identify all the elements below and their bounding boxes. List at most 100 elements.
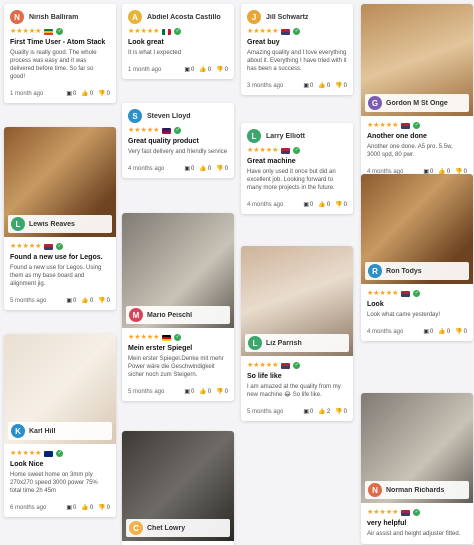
thumbs-up-icon: 👍 xyxy=(318,409,326,416)
review-photo[interactable]: K Karl Hill xyxy=(4,334,116,444)
review-text: Quality is really good. The whole proces… xyxy=(10,50,97,81)
review-footer: 6 months ago ▣ 0 👍 0 👎 0 xyxy=(10,504,110,512)
image-count[interactable]: ▣ 0 xyxy=(66,90,76,98)
review-card[interactable]: M Mario Peischl ★★★★★ ✓ Mein erster Spiegel M… xyxy=(122,213,234,402)
image-count[interactable]: ▣ 0 xyxy=(423,328,433,336)
review-body: S Steven Lloyd ★★★★★ ✓ Great quality product… xyxy=(122,103,234,178)
image-count[interactable]: ▣ 0 xyxy=(66,297,76,305)
not-helpful-button[interactable]: 👎 0 xyxy=(335,82,347,90)
helpful-button[interactable]: 👍 0 xyxy=(81,297,93,305)
image-count[interactable]: ▣ 0 xyxy=(303,201,314,209)
review-card[interactable]: L Liz Parrish ★★★★★ ✓ So life like I am amaze… xyxy=(241,246,353,422)
image-count[interactable]: ▣ 0 xyxy=(184,165,195,173)
helpful-button[interactable]: 👍 0 xyxy=(199,388,211,396)
review-card[interactable]: L Larry Elliott ★★★★★ ✓ Great machine Have on… xyxy=(241,123,353,215)
verified-check-icon: ✓ xyxy=(413,290,421,297)
thumbs-down-icon: 👎 xyxy=(216,166,224,173)
helpful-button[interactable]: 👍 0 xyxy=(199,165,211,173)
image-icon: ▣ xyxy=(303,83,309,90)
helpful-button[interactable]: 👍 0 xyxy=(318,201,330,209)
verified-check-icon: ✓ xyxy=(56,243,64,250)
review-card[interactable]: N Norman Richards ★★★★★ ✓ very helpful Air as… xyxy=(361,393,473,545)
image-count[interactable]: ▣ 0 xyxy=(184,388,194,396)
review-card[interactable]: J Jill Schwartz ★★★★★ ✓ Great buy Amazing qua… xyxy=(241,4,353,96)
not-helpful-button[interactable]: 👎 0 xyxy=(216,66,228,74)
avatar: L xyxy=(248,336,262,350)
not-helpful-count: 0 xyxy=(106,504,110,511)
star-rating-icon: ★★★★★ xyxy=(128,28,160,35)
image-icon: ▣ xyxy=(303,202,309,209)
review-title: Found a new use for Legos. xyxy=(10,254,103,261)
review-photo[interactable]: L Lewis Reaves xyxy=(4,127,116,237)
review-card[interactable]: A Abdiel Acosta Castillo ★★★★★ ✓ Look great I… xyxy=(122,4,234,80)
rating-row: ★★★★★ ✓ xyxy=(10,450,110,457)
not-helpful-button[interactable]: 👎 0 xyxy=(335,408,347,416)
review-text: Look what came yesterday! xyxy=(367,312,441,318)
not-helpful-button[interactable]: 👎 0 xyxy=(216,388,228,396)
avatar: G xyxy=(368,96,382,110)
reviewer-name: Abdiel Acosta Castillo xyxy=(147,13,221,21)
helpful-button[interactable]: 👍 2 xyxy=(318,408,330,416)
country-flag-icon xyxy=(401,509,411,516)
helpful-button[interactable]: 👍 0 xyxy=(199,66,211,74)
review-title: Look xyxy=(367,301,384,308)
review-photo[interactable]: G Gordon M St Onge xyxy=(361,4,473,116)
helpful-button[interactable]: 👍 0 xyxy=(81,90,93,98)
thumbs-down-icon: 👎 xyxy=(216,389,224,396)
review-card[interactable]: N Nirish Balliram ★★★★★ ✓ First Time User - … xyxy=(4,4,116,104)
review-body: ★★★★★ ✓ So life like I am amazed at the qua… xyxy=(241,356,353,421)
image-count[interactable]: ▣ 0 xyxy=(184,66,194,74)
not-helpful-button[interactable]: 👎 0 xyxy=(98,504,110,512)
review-text: Amazing quality and I love everything ab… xyxy=(247,50,347,73)
helpful-button[interactable]: 👍 0 xyxy=(81,504,93,512)
review-actions: ▣ 0 👍 2 👎 0 xyxy=(303,408,347,416)
review-footer: 1 month ago ▣ 0 👍 0 👎 0 xyxy=(128,66,228,74)
country-flag-icon xyxy=(162,127,172,134)
helpful-button[interactable]: 👍 0 xyxy=(438,328,450,336)
review-photo[interactable]: L Liz Parrish xyxy=(241,246,353,356)
image-count[interactable]: ▣ 0 xyxy=(303,82,313,90)
not-helpful-button[interactable]: 👎 0 xyxy=(335,201,347,209)
avatar: J xyxy=(247,10,261,24)
review-photo[interactable]: N Norman Richards xyxy=(361,393,473,503)
reviewer-header: L Larry Elliott xyxy=(247,129,347,143)
review-text: I am amazed at the quality from my new m… xyxy=(247,384,341,399)
verified-check-icon: ✓ xyxy=(174,28,182,35)
review-title: Great machine xyxy=(247,158,296,165)
image-count-value: 0 xyxy=(310,201,314,208)
verified-check-icon: ✓ xyxy=(293,147,301,154)
reviewer-badge: M Mario Peischl xyxy=(126,306,230,324)
review-photo[interactable]: R Ron Todys xyxy=(361,174,473,284)
review-time: 4 months ago xyxy=(367,328,404,335)
image-count[interactable]: ▣ 0 xyxy=(66,504,76,512)
review-card[interactable]: C Chet Lowry ★★★★★✓ xyxy=(122,431,234,545)
review-text: Air assist and height adjuster fitted. xyxy=(367,531,461,537)
review-card[interactable]: K Karl Hill ★★★★★ ✓ Look Nice Home sweet home… xyxy=(4,334,116,518)
review-text: Found a new use for Legos. Using them as… xyxy=(10,265,102,288)
review-card[interactable]: R Ron Todys ★★★★★ ✓ Look Look what came yeste… xyxy=(361,174,473,342)
thumbs-up-icon: 👍 xyxy=(199,67,207,74)
review-card[interactable]: G Gordon M St Onge ★★★★★ ✓ Another one done A… xyxy=(361,4,473,182)
image-count[interactable]: ▣ 0 xyxy=(303,408,313,416)
star-rating-icon: ★★★★★ xyxy=(128,127,160,134)
not-helpful-button[interactable]: 👎 0 xyxy=(216,165,228,173)
image-icon: ▣ xyxy=(66,91,72,98)
not-helpful-button[interactable]: 👎 0 xyxy=(98,90,110,98)
avatar: N xyxy=(368,483,382,497)
review-time: 5 months ago xyxy=(247,408,284,415)
reviewer-badge: G Gordon M St Onge xyxy=(365,94,469,112)
review-time: 1 month ago xyxy=(10,90,44,97)
review-photo[interactable]: C Chet Lowry xyxy=(122,431,234,541)
review-card[interactable]: S Steven Lloyd ★★★★★ ✓ Great quality product… xyxy=(122,103,234,179)
helpful-button[interactable]: 👍 0 xyxy=(318,82,330,90)
review-time: 6 months ago xyxy=(10,504,47,511)
avatar: L xyxy=(247,129,261,143)
not-helpful-count: 0 xyxy=(343,201,347,208)
not-helpful-button[interactable]: 👎 0 xyxy=(98,297,110,305)
reviewer-name: Lewis Reaves xyxy=(29,220,75,228)
review-card[interactable]: L Lewis Reaves ★★★★★ ✓ Found a new use for L… xyxy=(4,127,116,311)
image-count-value: 0 xyxy=(191,165,195,172)
review-photo[interactable]: M Mario Peischl xyxy=(122,213,234,328)
avatar: K xyxy=(11,424,25,438)
not-helpful-button[interactable]: 👎 0 xyxy=(455,328,467,336)
